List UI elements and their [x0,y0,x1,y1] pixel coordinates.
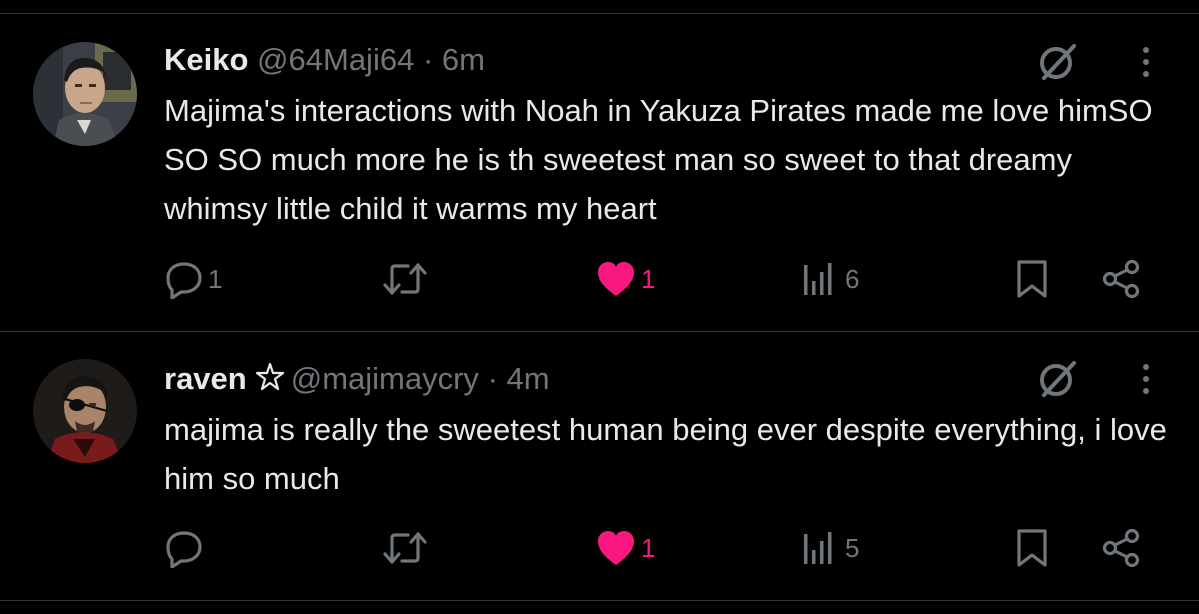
views-button[interactable]: 5 [801,523,859,573]
views-count: 6 [845,263,860,294]
separator-dot: · [487,361,498,396]
more-icon[interactable] [1131,38,1161,86]
timestamp[interactable]: 4m [507,361,550,396]
retweet-icon [382,528,428,568]
user-handle[interactable]: @majimaycry [291,361,479,396]
bookmark-button[interactable] [1014,523,1050,573]
action-bar: 1 5 [0,523,1199,573]
heart-icon [595,528,637,568]
bookmark-icon [1014,527,1050,569]
share-button[interactable] [1100,254,1142,304]
like-count: 1 [641,532,656,563]
retweet-button[interactable] [382,523,432,573]
pentagram-icon [255,362,285,402]
timestamp[interactable]: 6m [442,42,485,77]
reply-count: 1 [208,263,223,294]
tweet-text: majima is really the sweetest human bein… [164,412,1167,496]
retweet-icon [382,259,428,299]
separator-dot: · [422,42,434,77]
reply-icon [164,528,204,568]
grok-icon[interactable] [1034,38,1082,86]
views-count: 5 [845,532,860,563]
views-icon [801,528,841,568]
bottom-divider [0,600,1199,601]
grok-icon[interactable] [1034,355,1082,403]
user-handle[interactable]: @64Maji64 [257,42,414,77]
action-bar: 1 1 6 [0,254,1199,304]
tweet-header: raven @majimaycry · 4m [164,359,550,402]
reply-button[interactable]: 1 [164,254,222,304]
share-button[interactable] [1100,523,1142,573]
reply-icon [164,259,204,299]
bookmark-button[interactable] [1014,254,1050,304]
tweet-header: Keiko @64Maji64 · 6m [164,40,485,80]
share-icon [1100,527,1142,569]
bookmark-icon [1014,258,1050,300]
share-icon [1100,258,1142,300]
display-name[interactable]: raven [164,361,247,396]
like-count: 1 [641,263,656,294]
reply-button[interactable] [164,523,208,573]
more-icon[interactable] [1131,355,1161,403]
tweet[interactable]: raven @majimaycry · 4m majima is really … [0,331,1199,600]
like-button[interactable]: 1 [595,523,655,573]
tweet-text: Majima's interactions with Noah in Yakuz… [164,93,1153,226]
like-button[interactable]: 1 [595,254,655,304]
avatar[interactable] [33,42,137,146]
retweet-button[interactable] [382,254,432,304]
display-name[interactable]: Keiko [164,42,248,77]
heart-icon [595,259,637,299]
views-button[interactable]: 6 [801,254,859,304]
tweet[interactable]: Keiko @64Maji64 · 6m Majima's interactio… [0,0,1199,331]
views-icon [801,259,841,299]
avatar[interactable] [33,359,137,463]
